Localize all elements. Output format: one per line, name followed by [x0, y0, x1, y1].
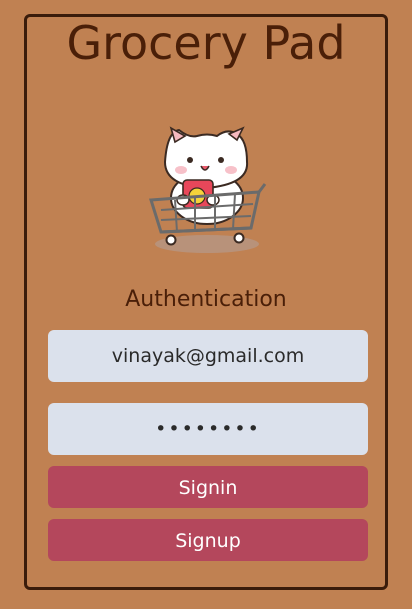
password-field[interactable] [48, 403, 368, 455]
signup-button[interactable]: Signup [48, 519, 368, 561]
signin-button[interactable]: Signin [48, 466, 368, 508]
email-field[interactable] [48, 330, 368, 382]
authentication-heading: Authentication [125, 287, 287, 312]
cat-in-shopping-cart-icon [149, 126, 267, 253]
app-title: Grocery Pad [66, 16, 346, 70]
